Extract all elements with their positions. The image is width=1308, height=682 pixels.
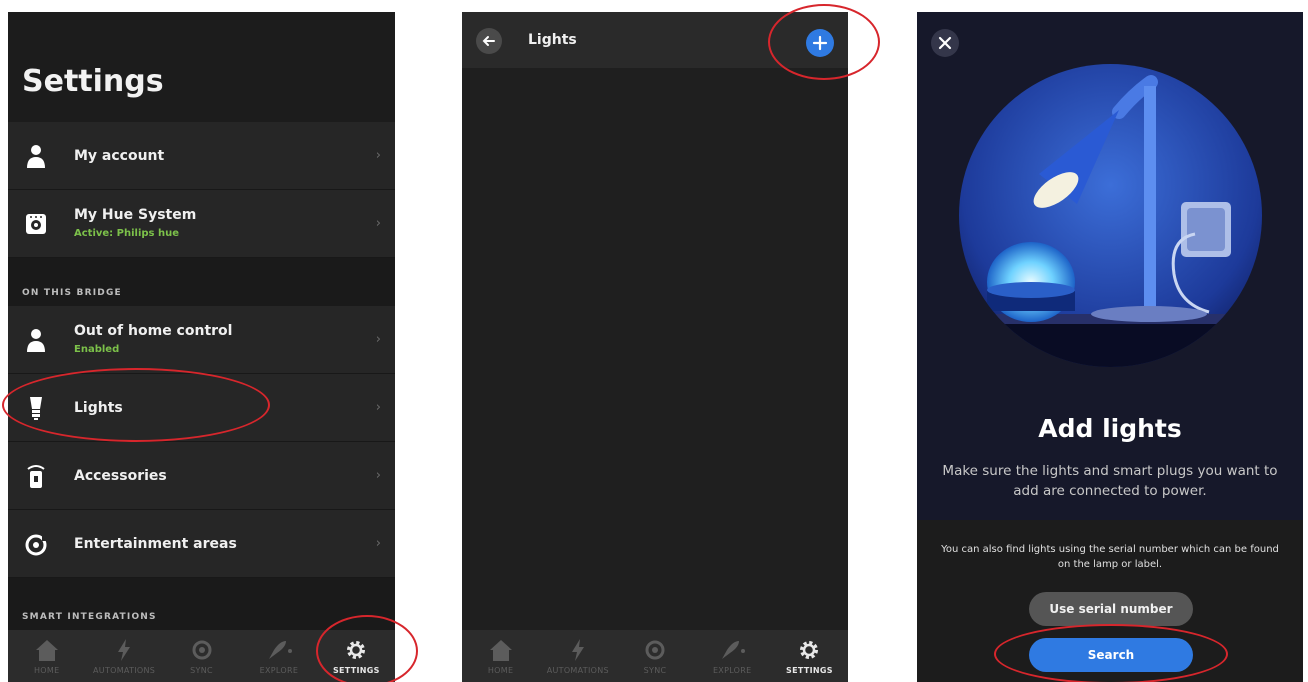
settings-row-lights[interactable]: Lights ›: [8, 374, 395, 442]
gear-icon: [347, 641, 366, 659]
nav-label: HOME: [487, 666, 514, 675]
person-icon: [27, 145, 45, 168]
lamp-illustration-image: [959, 64, 1262, 367]
top-bar: Lights: [462, 12, 848, 68]
remote-icon: [27, 465, 45, 488]
home-icon: [35, 640, 58, 661]
nav-label: AUTOMATIONS: [546, 666, 609, 675]
page-title: Settings: [22, 64, 164, 99]
nav-automations[interactable]: AUTOMATIONS: [539, 630, 616, 682]
add-light-button[interactable]: [806, 29, 834, 57]
close-icon: [938, 36, 952, 50]
nav-label: SETTINGS: [332, 666, 380, 675]
bottom-nav: HOME AUTOMATIONS SYNC EXPLORE SETTINGS: [8, 630, 395, 682]
nav-label: AUTOMATIONS: [93, 666, 156, 675]
nav-settings[interactable]: SETTINGS: [771, 630, 848, 682]
row-subtitle: Enabled: [74, 344, 120, 355]
back-button[interactable]: [476, 28, 502, 54]
settings-row-entertainment-areas[interactable]: Entertainment areas ›: [8, 510, 395, 578]
settings-screen: Settings My account › My Hue System Acti…: [8, 12, 395, 682]
nav-automations[interactable]: AUTOMATIONS: [85, 630, 162, 682]
row-title: Lights: [74, 400, 123, 416]
arrow-left-icon: [482, 36, 495, 46]
section-header-smart-integrations: SMART INTEGRATIONS: [8, 578, 395, 630]
nav-label: HOME: [33, 666, 60, 675]
lightning-icon: [118, 639, 131, 661]
close-button[interactable]: [931, 29, 959, 57]
nav-label: SYNC: [643, 666, 667, 675]
row-title: Out of home control: [74, 323, 233, 339]
settings-header: Settings: [8, 12, 395, 122]
chevron-right-icon: ›: [375, 148, 381, 163]
section-label: ON THIS BRIDGE: [22, 288, 122, 298]
person-icon: [27, 329, 45, 352]
nav-sync[interactable]: SYNC: [163, 630, 240, 682]
page-title: Lights: [528, 32, 577, 48]
nav-home[interactable]: HOME: [8, 630, 85, 682]
nav-explore[interactable]: EXPLORE: [694, 630, 771, 682]
bridge-icon: [26, 214, 46, 234]
settings-row-out-of-home-control[interactable]: Out of home control Enabled ›: [8, 306, 395, 374]
add-lights-description: Make sure the lights and smart plugs you…: [942, 463, 1278, 499]
use-serial-number-button[interactable]: Use serial number: [1029, 592, 1193, 626]
chevron-right-icon: ›: [375, 400, 381, 415]
settings-row-accessories[interactable]: Accessories ›: [8, 442, 395, 510]
bulb-icon: [30, 397, 42, 420]
chevron-right-icon: ›: [375, 536, 381, 551]
serial-number-note: You can also find lights using the seria…: [941, 544, 1279, 570]
add-lights-title: Add lights: [1038, 414, 1182, 443]
lightning-icon: [571, 639, 584, 661]
row-title: Entertainment areas: [74, 536, 237, 552]
nav-label: EXPLORE: [259, 666, 299, 675]
sync-icon: [192, 640, 212, 660]
rocket-icon: [268, 641, 292, 659]
lamp-illustration: [959, 64, 1262, 367]
sync-icon: [645, 640, 665, 660]
nav-settings[interactable]: SETTINGS: [318, 630, 395, 682]
row-title: Accessories: [74, 468, 167, 484]
section-label: SMART INTEGRATIONS: [22, 612, 157, 622]
search-button[interactable]: Search: [1029, 638, 1193, 672]
chevron-right-icon: ›: [375, 468, 381, 483]
nav-home[interactable]: HOME: [462, 630, 539, 682]
nav-label: EXPLORE: [712, 666, 752, 675]
add-lights-screen: Add lights Make sure the lights and smar…: [917, 12, 1303, 682]
section-header-bridge: ON THIS BRIDGE: [8, 258, 395, 306]
lights-list-empty: [462, 68, 848, 630]
entertainment-icon: [25, 534, 48, 556]
nav-label: SYNC: [190, 666, 213, 675]
plus-icon: [812, 35, 828, 51]
nav-label: SETTINGS: [786, 666, 833, 675]
bottom-nav: HOME AUTOMATIONS SYNC EXPLORE SETTINGS: [462, 630, 848, 682]
chevron-right-icon: ›: [375, 216, 381, 231]
settings-row-my-account[interactable]: My account ›: [8, 122, 395, 190]
row-subtitle: Active: Philips hue: [74, 228, 179, 239]
row-title: My account: [74, 148, 165, 164]
chevron-right-icon: ›: [375, 332, 381, 347]
nav-sync[interactable]: SYNC: [616, 630, 693, 682]
gear-icon: [800, 641, 819, 659]
rocket-icon: [722, 641, 746, 659]
search-options-panel: You can also find lights using the seria…: [917, 520, 1303, 682]
row-title: My Hue System: [74, 207, 197, 223]
nav-explore[interactable]: EXPLORE: [240, 630, 317, 682]
settings-row-my-hue-system[interactable]: My Hue System Active: Philips hue ›: [8, 190, 395, 258]
lights-screen: Lights HOME AUTOMATIONS SYNC EXPLORE SET…: [462, 12, 848, 682]
home-icon: [489, 640, 512, 661]
